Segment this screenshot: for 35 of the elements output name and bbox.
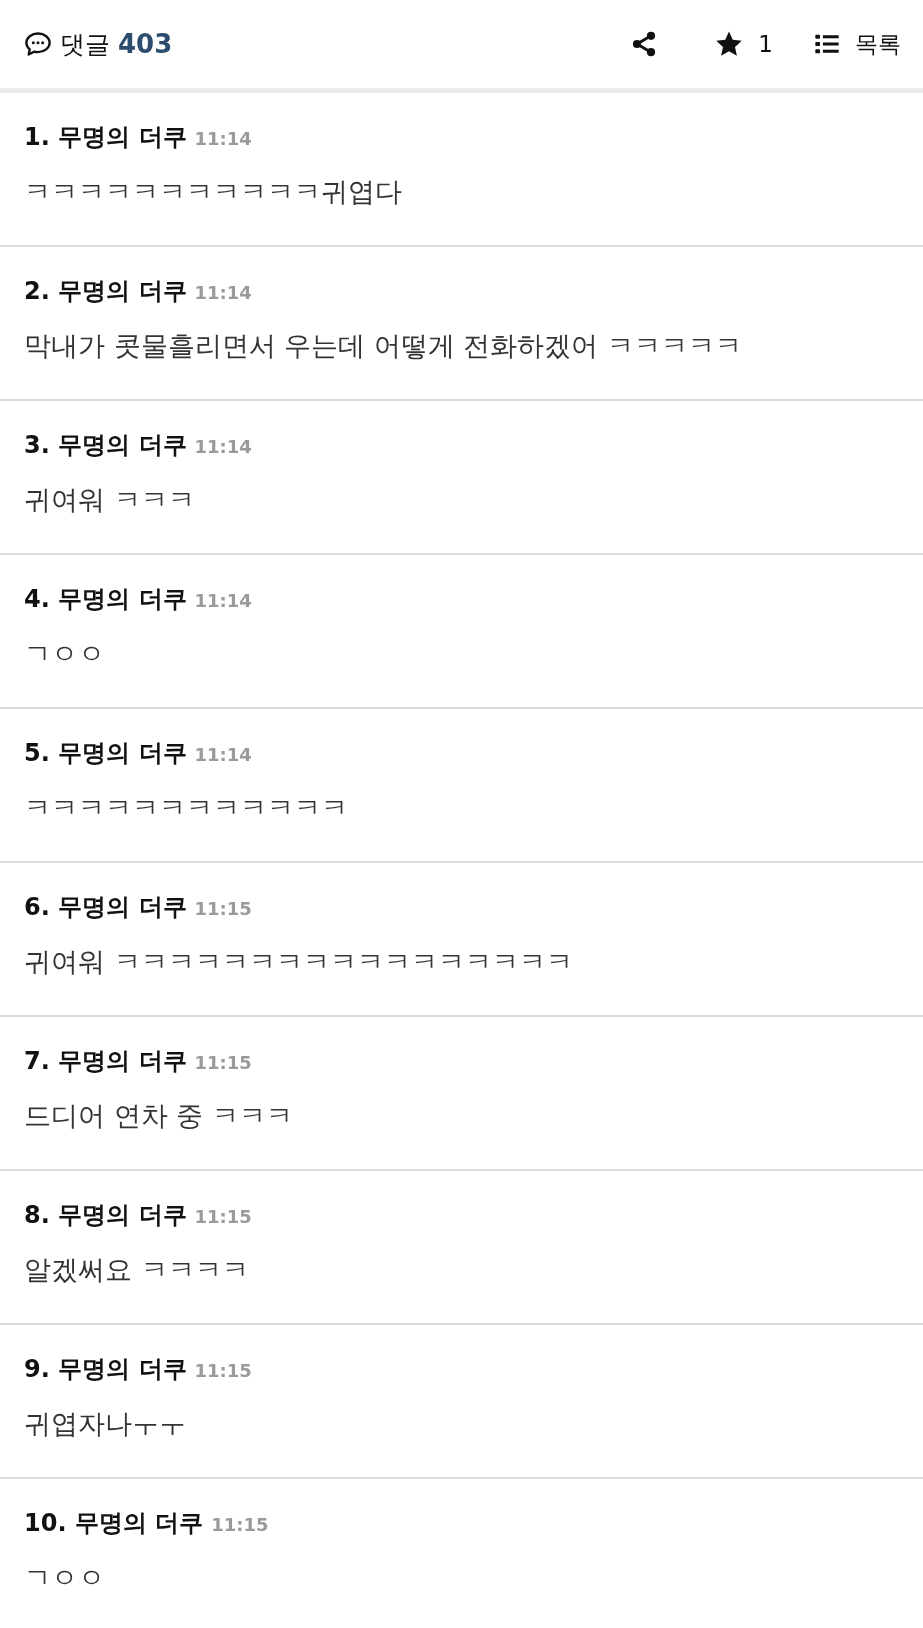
comment-author: 6. 무명의 더쿠 xyxy=(24,892,187,923)
comment-author: 3. 무명의 더쿠 xyxy=(24,430,187,461)
comment-time: 11:14 xyxy=(194,128,252,149)
comment-author: 2. 무명의 더쿠 xyxy=(24,276,187,307)
comment-text: ㄱㅇㅇ xyxy=(24,638,105,669)
comment-time: 11:14 xyxy=(194,590,252,611)
comment-text: 알겠써요 ㅋㅋㅋㅋ xyxy=(24,1254,249,1285)
comment-time: 11:14 xyxy=(194,436,252,457)
comment-time: 11:14 xyxy=(194,744,252,765)
comment-time: 11:15 xyxy=(194,1052,252,1073)
favorite-button[interactable]: 1 xyxy=(714,29,773,59)
speech-bubble-icon xyxy=(24,30,52,58)
comment-time: 11:15 xyxy=(194,1360,252,1381)
comments-label: 댓글 xyxy=(60,28,110,61)
comment-time: 11:15 xyxy=(194,1206,252,1227)
comment-text: 드디어 연차 중 ㅋㅋㅋ xyxy=(24,1100,293,1131)
comment-author: 4. 무명의 더쿠 xyxy=(24,584,187,615)
comment-text: ㅋㅋㅋㅋㅋㅋㅋㅋㅋㅋㅋ귀엽다 xyxy=(24,176,402,207)
comment-text: 귀엽자나ㅜㅜ xyxy=(24,1408,186,1439)
comment-time: 11:14 xyxy=(194,282,252,303)
comment-author: 9. 무명의 더쿠 xyxy=(24,1354,187,1385)
comment-time: 11:15 xyxy=(211,1514,269,1535)
comment-author: 1. 무명의 더쿠 xyxy=(24,122,187,153)
comment-author: 7. 무명의 더쿠 xyxy=(24,1046,187,1077)
comment-text: ㅋㅋㅋㅋㅋㅋㅋㅋㅋㅋㅋㅋ xyxy=(24,792,348,823)
comment-author: 8. 무명의 더쿠 xyxy=(24,1200,187,1231)
comment-text: 귀여워 ㅋㅋㅋㅋㅋㅋㅋㅋㅋㅋㅋㅋㅋㅋㅋㅋㅋ xyxy=(24,946,573,977)
comment-author: 10. 무명의 더쿠 xyxy=(24,1508,204,1539)
comment-text: 막내가 콧물흘리면서 우는데 어떻게 전화하겠어 ㅋㅋㅋㅋㅋ xyxy=(24,330,742,361)
list-button[interactable]: 목록 xyxy=(813,28,901,60)
comment-text: 귀여워 ㅋㅋㅋ xyxy=(24,484,195,515)
comment-text: ㄱㅇㅇ xyxy=(24,1562,105,1593)
comment-author: 5. 무명의 더쿠 xyxy=(24,738,187,769)
comment-count: 403 xyxy=(118,29,173,59)
comment-time: 11:15 xyxy=(194,898,252,919)
